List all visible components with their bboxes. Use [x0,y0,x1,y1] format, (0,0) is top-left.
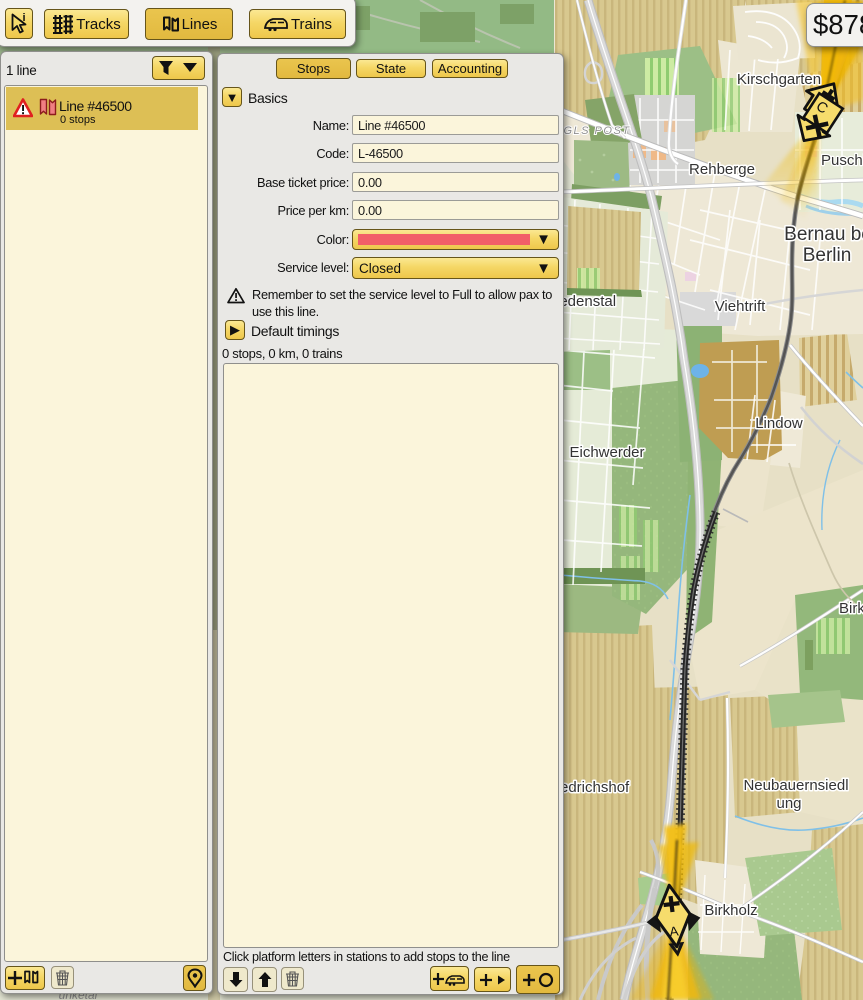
svg-text:Berlin: Berlin [803,245,852,266]
svg-text:Puschki: Puschki [821,152,863,169]
svg-text:Kirschgarten: Kirschgarten [737,71,821,88]
svg-text:ung: ung [776,795,801,812]
svg-text:iedenstal: iedenstal [556,293,616,310]
svg-text:Eichwerder: Eichwerder [569,444,644,461]
svg-text:edrichshof: edrichshof [560,779,630,796]
svg-text:Rehberge: Rehberge [689,161,755,178]
svg-text:Neubauernsiedl: Neubauernsiedl [743,777,848,794]
svg-text:Birke: Birke [839,600,863,617]
svg-text:Bernau be: Bernau be [784,224,863,245]
svg-text:Birkholz: Birkholz [704,902,757,919]
svg-text:Viehtrift: Viehtrift [715,298,766,315]
svg-text:i: i [23,12,26,24]
svg-text:A: A [669,924,680,940]
svg-text:Lindow: Lindow [755,415,803,432]
svg-text:GLS POST: GLS POST [563,125,630,137]
